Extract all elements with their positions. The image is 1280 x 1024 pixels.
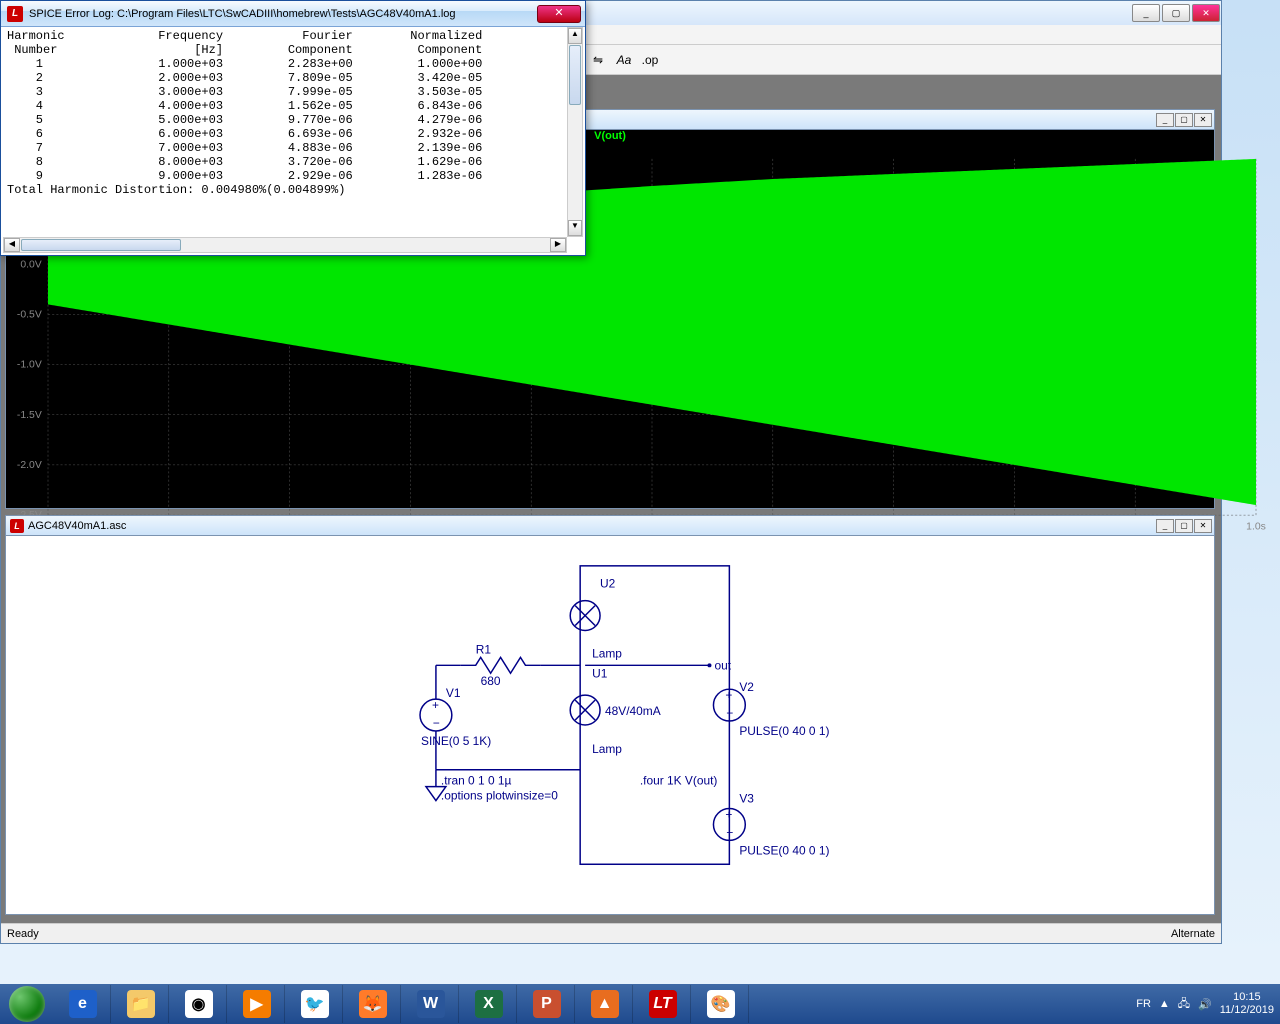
log-titlebar[interactable]: L SPICE Error Log: C:\Program Files\LTC\… [1, 1, 585, 27]
svg-text:−: − [433, 716, 440, 730]
scroll-down-button[interactable]: ▼ [568, 220, 582, 236]
tray-time: 10:15 [1220, 991, 1274, 1004]
label-v2v[interactable]: PULSE(0 40 0 1) [739, 724, 829, 738]
tool-mirror-icon[interactable]: ⇋ [587, 49, 609, 71]
label-v1[interactable]: V1 [446, 686, 461, 700]
tool-text-icon[interactable]: Aa [613, 49, 635, 71]
tray-lang[interactable]: FR [1136, 998, 1151, 1010]
scroll-thumb-v[interactable] [569, 45, 581, 105]
svg-text:1.0s: 1.0s [1246, 522, 1266, 533]
scroll-left-button[interactable]: ◀ [4, 238, 20, 252]
spice-four[interactable]: .four 1K V(out) [640, 774, 718, 788]
taskbar-excel[interactable]: X [461, 985, 517, 1023]
taskbar-paint[interactable]: 🎨 [693, 985, 749, 1023]
taskbar-powerpoint[interactable]: P [519, 985, 575, 1023]
svg-text:+: + [725, 808, 732, 822]
label-v3v[interactable]: PULSE(0 40 0 1) [739, 843, 829, 857]
status-left: Ready [7, 928, 39, 940]
log-text-area[interactable]: Harmonic Frequency Fourier Normalized Nu… [3, 27, 583, 237]
svg-text:-1.0V: -1.0V [17, 360, 42, 371]
plot-maximize-button[interactable]: ▢ [1175, 113, 1193, 127]
taskbar-app1[interactable]: 🐦 [287, 985, 343, 1023]
label-u2[interactable]: U2 [600, 577, 616, 591]
tray-clock[interactable]: 10:15 11/12/2019 [1220, 991, 1274, 1017]
schem-maximize-button[interactable]: ▢ [1175, 519, 1193, 533]
net-out[interactable]: out [714, 658, 731, 672]
label-rating[interactable]: 48V/40mA [605, 704, 661, 718]
tray-flag-icon[interactable]: ▲ [1159, 998, 1170, 1010]
label-v3[interactable]: V3 [739, 792, 754, 806]
trace-label[interactable]: V(out) [594, 130, 626, 142]
svg-text:−: − [726, 825, 733, 839]
start-button[interactable] [0, 984, 54, 1024]
minimize-button[interactable]: _ [1132, 4, 1160, 22]
svg-text:+: + [432, 698, 439, 712]
log-hscrollbar[interactable]: ◀ ▶ [3, 237, 567, 253]
main-window-controls: _ ▢ ✕ [1131, 2, 1221, 24]
taskbar-word[interactable]: W [403, 985, 459, 1023]
taskbar-wmp[interactable]: ▶ [229, 985, 285, 1023]
tray-network-icon[interactable]: 🖧 [1178, 995, 1190, 1014]
svg-text:-0.5V: -0.5V [17, 310, 42, 321]
schematic-filename: AGC48V40mA1.asc [28, 520, 126, 532]
taskbar-vlc[interactable]: ▲ [577, 985, 633, 1023]
svg-text:−: − [726, 706, 733, 720]
schem-close-button[interactable]: ✕ [1194, 519, 1212, 533]
spice-error-log-window: L SPICE Error Log: C:\Program Files\LTC\… [0, 0, 586, 256]
label-v1v[interactable]: SINE(0 5 1K) [421, 734, 491, 748]
log-title: SPICE Error Log: C:\Program Files\LTC\Sw… [29, 8, 456, 20]
plot-minimize-button[interactable]: _ [1156, 113, 1174, 127]
taskbar-ltspice[interactable]: LT [635, 985, 691, 1023]
taskbar-ie[interactable]: e [55, 985, 111, 1023]
taskbar-firefox[interactable]: 🦊 [345, 985, 401, 1023]
tray-date: 11/12/2019 [1220, 1004, 1274, 1017]
status-bar: Ready Alternate [1, 923, 1221, 943]
system-tray[interactable]: FR ▲ 🖧 🔊 10:15 11/12/2019 [1136, 991, 1280, 1017]
plot-window-controls: _ ▢ ✕ [1156, 113, 1214, 127]
spice-opts[interactable]: .options plotwinsize=0 [441, 789, 558, 803]
status-right: Alternate [1171, 928, 1215, 940]
label-u1[interactable]: U1 [592, 666, 608, 680]
taskbar-chrome[interactable]: ◉ [171, 985, 227, 1023]
svg-text:+: + [725, 688, 732, 702]
tray-volume-icon[interactable]: 🔊 [1198, 998, 1212, 1011]
schem-minimize-button[interactable]: _ [1156, 519, 1174, 533]
taskbar-explorer[interactable]: 📁 [113, 985, 169, 1023]
label-lamp1[interactable]: Lamp [592, 646, 622, 660]
schematic-titlebar[interactable]: L AGC48V40mA1.asc _ ▢ ✕ [6, 516, 1214, 536]
log-close-button[interactable]: ✕ [537, 5, 581, 23]
label-r1v[interactable]: 680 [481, 674, 501, 688]
label-v2[interactable]: V2 [739, 680, 754, 694]
tool-spice-icon[interactable]: .op [639, 49, 661, 71]
label-lamp2[interactable]: Lamp [592, 742, 622, 756]
schematic-child-window: L AGC48V40mA1.asc _ ▢ ✕ U2 Lamp [5, 515, 1215, 915]
schematic-window-controls: _ ▢ ✕ [1156, 519, 1214, 533]
windows-taskbar: e 📁 ◉ ▶ 🐦 🦊 W X P ▲ LT 🎨 FR ▲ 🖧 🔊 10:15 … [0, 984, 1280, 1024]
close-button[interactable]: ✕ [1192, 4, 1220, 22]
svg-text:-2.0V: -2.0V [17, 460, 42, 471]
maximize-button[interactable]: ▢ [1162, 4, 1190, 22]
ltspice-icon: L [7, 6, 23, 22]
ltspice-icon: L [10, 519, 24, 533]
label-r1[interactable]: R1 [476, 642, 492, 656]
log-vscrollbar[interactable]: ▲ ▼ [567, 27, 583, 237]
scroll-right-button[interactable]: ▶ [550, 238, 566, 252]
schematic-canvas[interactable]: U2 Lamp U1 48V/40mA Lamp R1 680 + − V1 [6, 536, 1214, 914]
svg-text:-1.5V: -1.5V [17, 410, 42, 421]
scroll-up-button[interactable]: ▲ [568, 28, 582, 44]
plot-close-button[interactable]: ✕ [1194, 113, 1212, 127]
spice-tran[interactable]: .tran 0 1 0 1µ [441, 774, 512, 788]
svg-text:0.0V: 0.0V [20, 259, 41, 270]
scroll-thumb-h[interactable] [21, 239, 181, 251]
